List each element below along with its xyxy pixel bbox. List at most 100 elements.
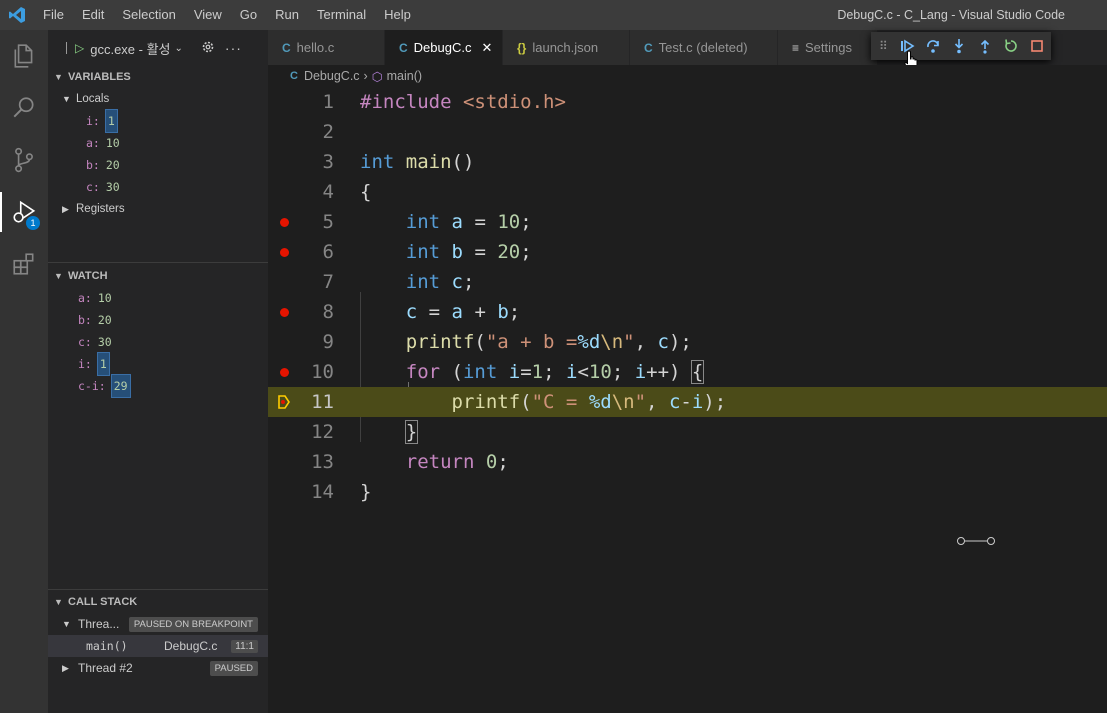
thread-name: Thread #2: [78, 661, 133, 675]
watch-expression: c:: [78, 335, 92, 349]
stack-frame-row[interactable]: main() DebugC.c 11:1: [48, 635, 268, 657]
step-into-button[interactable]: [946, 35, 972, 57]
frame-file: DebugC.c: [164, 639, 218, 653]
json-file-icon: {}: [517, 40, 527, 55]
debug-config-label: gcc.exe - 활성: [90, 41, 171, 57]
tab-test-c[interactable]: C Test.c (deleted): [630, 30, 778, 65]
stop-button[interactable]: [1024, 35, 1050, 57]
source-control-button[interactable]: [0, 134, 48, 186]
code-editor[interactable]: 1 #include <stdio.h> 2 3 int main() 4 { …: [268, 87, 1107, 713]
start-debug-icon[interactable]: ▷: [75, 41, 84, 55]
tab-launch-json[interactable]: {} launch.json: [503, 30, 630, 65]
code-text: }: [360, 481, 372, 503]
code-text: int b = 20;: [405, 241, 532, 263]
watch-title: WATCH: [68, 270, 108, 282]
code-text: printf("C = %d\n", c-i);: [451, 391, 727, 413]
settings-file-icon: ≡: [792, 40, 800, 55]
watch-row[interactable]: c: 30: [48, 331, 268, 353]
menu-file[interactable]: File: [34, 0, 73, 30]
menu-selection[interactable]: Selection: [113, 0, 184, 30]
line-number: 9: [322, 331, 334, 353]
run-debug-button[interactable]: 1: [0, 186, 48, 238]
step-over-button[interactable]: [920, 35, 946, 57]
thread-row[interactable]: ▶ Thread #2 PAUSED: [48, 657, 268, 679]
line-number: 14: [311, 481, 334, 503]
menu-view[interactable]: View: [185, 0, 231, 30]
menu-terminal[interactable]: Terminal: [308, 0, 375, 30]
watch-row[interactable]: i: 1: [48, 352, 268, 376]
tab-label: launch.json: [532, 40, 599, 55]
menu-help[interactable]: Help: [375, 0, 420, 30]
breadcrumb-file[interactable]: DebugC.c: [304, 69, 360, 83]
breadcrumb-symbol[interactable]: main(): [387, 69, 422, 83]
close-icon[interactable]: ✕: [481, 40, 492, 56]
watch-row[interactable]: b: 20: [48, 309, 268, 331]
locals-scope[interactable]: ▼ Locals: [48, 88, 268, 110]
code-line: 7 int c;: [268, 267, 1107, 297]
code-line: 13 return 0;: [268, 447, 1107, 477]
code-text: }: [404, 420, 419, 444]
variable-row[interactable]: i: 1: [48, 109, 268, 133]
explorer-button[interactable]: [0, 30, 48, 82]
tab-hello-c[interactable]: C hello.c: [268, 30, 385, 65]
search-icon: [13, 97, 34, 118]
breakpoint-icon[interactable]: [278, 357, 290, 387]
code-text: c = a + b;: [405, 301, 521, 323]
search-button[interactable]: [0, 82, 48, 134]
breakpoint-icon[interactable]: [278, 207, 290, 237]
variable-row[interactable]: b: 20: [48, 154, 268, 176]
frame-function: main(): [86, 639, 128, 653]
variables-section-header[interactable]: ▼ VARIABLES: [48, 66, 268, 88]
restart-button[interactable]: [998, 35, 1024, 57]
menu-run[interactable]: Run: [266, 0, 308, 30]
drag-handle-icon[interactable]: ⠿: [879, 39, 888, 53]
watch-value: 30: [97, 335, 112, 349]
c-file-icon: C: [290, 70, 298, 82]
code-text: {: [360, 181, 372, 203]
step-out-button[interactable]: [972, 35, 998, 57]
code-line: 5 int a = 10;: [268, 207, 1107, 237]
code-text: #include <stdio.h>: [360, 91, 566, 113]
debug-config-dropdown[interactable]: ▷ gcc.exe - 활성 ⌄: [75, 39, 183, 58]
title-bar: File Edit Selection View Go Run Terminal…: [0, 0, 1107, 30]
variable-row[interactable]: a: 10: [48, 132, 268, 154]
watch-expression: b:: [78, 313, 92, 327]
watch-value: 20: [97, 313, 112, 327]
more-actions-icon[interactable]: ···: [225, 40, 242, 56]
registers-scope[interactable]: ▶ Registers: [48, 198, 268, 220]
tab-debugc-c[interactable]: C DebugC.c ✕: [385, 30, 503, 65]
extensions-button[interactable]: [0, 238, 48, 290]
variable-value: 30: [105, 180, 120, 194]
code-text: for (int i=1; i<10; i++) {: [405, 360, 705, 384]
step-out-icon: [980, 39, 989, 54]
resize-handle-icon[interactable]: [957, 535, 997, 547]
stop-icon: [1030, 40, 1043, 52]
breakpoint-icon[interactable]: [278, 297, 290, 327]
tab-settings[interactable]: ≡ Settings: [778, 30, 878, 65]
variables-title: VARIABLES: [68, 71, 131, 83]
call-stack-section: ▼ CALL STACK ▼ Threa... PAUSED ON BREAKP…: [48, 589, 268, 679]
watch-section-header[interactable]: ▼ WATCH: [48, 265, 268, 287]
registers-label: Registers: [76, 203, 125, 215]
variable-row[interactable]: c: 30: [48, 176, 268, 198]
c-file-icon: C: [282, 40, 291, 55]
code-line: 10 for (int i=1; i<10; i++) {: [268, 357, 1107, 387]
thread-status-badge: PAUSED ON BREAKPOINT: [128, 616, 258, 632]
call-stack-header[interactable]: ▼ CALL STACK: [48, 591, 268, 613]
watch-row[interactable]: a: 10: [48, 287, 268, 309]
watch-row[interactable]: c-i: 29: [48, 374, 268, 398]
thread-row[interactable]: ▼ Threa... PAUSED ON BREAKPOINT: [48, 613, 268, 635]
chevron-down-icon: ▼: [54, 597, 63, 607]
code-line: 1 #include <stdio.h>: [268, 87, 1107, 117]
restart-icon: [1005, 39, 1017, 52]
code-line: 12 }: [268, 417, 1107, 447]
breakpoint-icon[interactable]: [278, 237, 290, 267]
line-number: 10: [311, 361, 334, 383]
toolbar-separator: [66, 42, 67, 54]
chevron-down-icon: ▼: [62, 619, 71, 629]
code-line: 6 int b = 20;: [268, 237, 1107, 267]
menu-go[interactable]: Go: [231, 0, 266, 30]
function-symbol-icon: ⬡: [371, 69, 383, 84]
gear-icon[interactable]: [201, 40, 215, 57]
menu-edit[interactable]: Edit: [73, 0, 113, 30]
